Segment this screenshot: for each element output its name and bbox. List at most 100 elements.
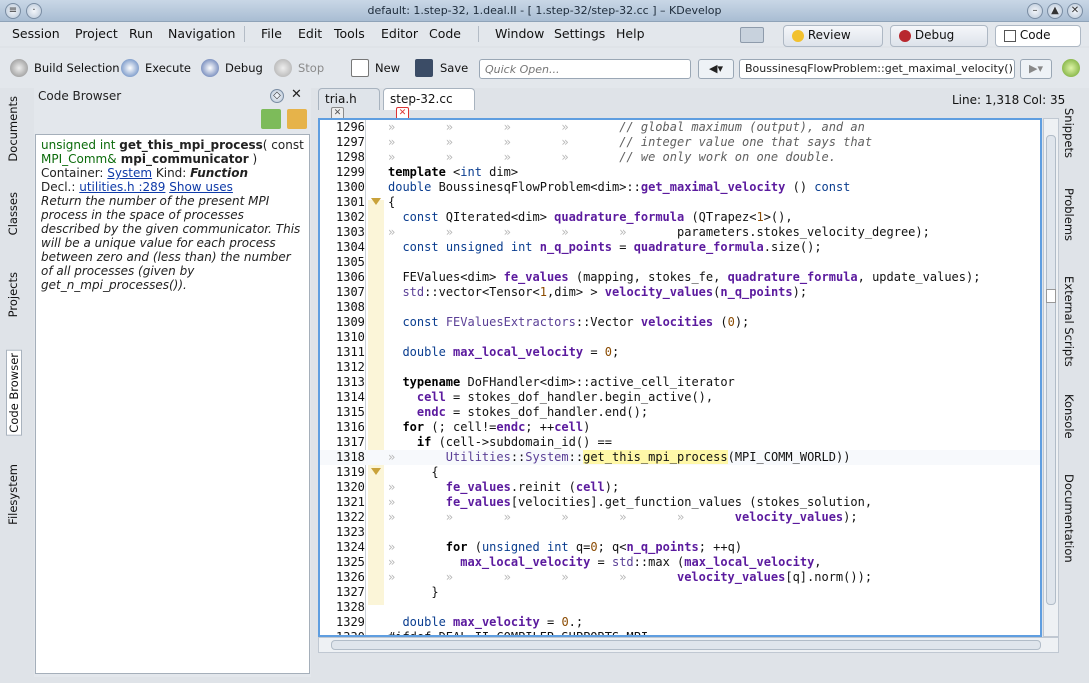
- code-line[interactable]: 1312: [320, 360, 1040, 375]
- scrollbar-thumb[interactable]: [1046, 135, 1056, 605]
- fold-arrow-icon[interactable]: [371, 468, 381, 475]
- dock-tab-external-scripts[interactable]: External Scripts: [1062, 276, 1076, 367]
- dock-tab-snippets[interactable]: Snippets: [1062, 108, 1076, 158]
- dock-tab-documents[interactable]: Documents: [6, 96, 20, 162]
- lock-icon[interactable]: [287, 109, 307, 129]
- context-browser-field[interactable]: BoussinesqFlowProblem::get_maximal_veloc…: [739, 59, 1015, 79]
- dock-tab-classes[interactable]: Classes: [6, 192, 20, 235]
- code-line[interactable]: 1300 double BoussinesqFlowProblem<dim>::g…: [320, 180, 1040, 195]
- code-line[interactable]: 1316 for (; cell!=endc; ++cell): [320, 420, 1040, 435]
- code-line[interactable]: 1303 » » » » » parameters.stokes_velocity…: [320, 225, 1040, 240]
- menu-project[interactable]: Project: [75, 26, 118, 41]
- menu-file[interactable]: File: [261, 26, 282, 41]
- menu-code[interactable]: Code: [429, 26, 461, 41]
- decl-link[interactable]: utilities.h :289: [79, 180, 165, 194]
- code-line[interactable]: 1309 const FEValuesExtractors::Vector ve…: [320, 315, 1040, 330]
- code-line[interactable]: 1298 » » » » // we only work on one doubl…: [320, 150, 1040, 165]
- debug-icon[interactable]: [201, 59, 219, 77]
- undock-icon[interactable]: ◇: [270, 89, 284, 103]
- code-line[interactable]: 1317 if (cell->subdomain_id() ==: [320, 435, 1040, 450]
- area-tab-code[interactable]: Code: [995, 25, 1081, 47]
- new-file-icon[interactable]: [351, 59, 369, 77]
- menu-navigation[interactable]: Navigation: [168, 26, 235, 41]
- code-line[interactable]: 1318 » Utilities::System::get_this_mpi_pr…: [320, 450, 1040, 465]
- close-icon[interactable]: ✕: [1067, 3, 1083, 19]
- container-link[interactable]: System: [107, 166, 152, 180]
- lookup-icon[interactable]: [261, 109, 281, 129]
- code-line[interactable]: 1304 const unsigned int n_q_points = qua…: [320, 240, 1040, 255]
- stop-button[interactable]: Stop: [298, 61, 324, 75]
- scrollbar-thumb[interactable]: [331, 640, 1041, 650]
- code-line[interactable]: 1297 » » » » // integer value one that sa…: [320, 135, 1040, 150]
- build-selection-button[interactable]: Build Selection: [34, 61, 120, 75]
- code-line[interactable]: 1302 const QIterated<dim> quadrature_for…: [320, 210, 1040, 225]
- menu-editor[interactable]: Editor: [381, 26, 418, 41]
- code-line[interactable]: 1321 » fe_values[velocities].get_function…: [320, 495, 1040, 510]
- dock-tab-konsole[interactable]: Konsole: [1062, 394, 1076, 439]
- quick-open-input[interactable]: [479, 59, 691, 79]
- bug-icon: [899, 29, 911, 42]
- code-line[interactable]: 1313 typename DoFHandler<dim>::active_ce…: [320, 375, 1040, 390]
- code-line[interactable]: 1326 » » » » » velocity_values[q].norm())…: [320, 570, 1040, 585]
- code-line[interactable]: 1315 endc = stokes_dof_handler.end();: [320, 405, 1040, 420]
- code-line[interactable]: 1311 double max_local_velocity = 0;: [320, 345, 1040, 360]
- code-line[interactable]: 1296 » » » » // global maximum (output), …: [320, 120, 1040, 135]
- code-line[interactable]: 1325 » max_local_velocity = std::max (max…: [320, 555, 1040, 570]
- dock-tab-problems[interactable]: Problems: [1062, 188, 1076, 241]
- code-line[interactable]: 1327 }: [320, 585, 1040, 600]
- code-line[interactable]: 1322 » » » » » » velocity_values);: [320, 510, 1040, 525]
- close-panel-icon[interactable]: ✕: [291, 87, 302, 102]
- code-line[interactable]: 1323: [320, 525, 1040, 540]
- new-button[interactable]: New: [375, 61, 400, 75]
- dock-tab-documentation[interactable]: Documentation: [1062, 474, 1076, 563]
- stop-icon[interactable]: [274, 59, 292, 77]
- show-uses-link[interactable]: Show uses: [169, 180, 233, 194]
- debug-button[interactable]: Debug: [225, 61, 263, 75]
- menu-help[interactable]: Help: [616, 26, 645, 41]
- horizontal-scrollbar[interactable]: [318, 637, 1059, 653]
- save-button[interactable]: Save: [440, 61, 468, 75]
- code-line[interactable]: 1319 {: [320, 465, 1040, 480]
- dock-tab-filesystem[interactable]: Filesystem: [6, 464, 20, 525]
- execute-icon[interactable]: [121, 59, 139, 77]
- menu-run[interactable]: Run: [129, 26, 153, 41]
- notification-icon[interactable]: [740, 27, 764, 43]
- menu-edit[interactable]: Edit: [298, 26, 322, 41]
- code-line[interactable]: 1299 template <int dim>: [320, 165, 1040, 180]
- menu-window[interactable]: Window: [495, 26, 544, 41]
- code-line[interactable]: 1314 cell = stokes_dof_handler.begin_act…: [320, 390, 1040, 405]
- editor-tab-step-32[interactable]: step-32.cc✕: [383, 88, 475, 120]
- code-line[interactable]: 1329 double max_velocity = 0.;: [320, 615, 1040, 630]
- back-nav-button[interactable]: ◀▾: [698, 59, 734, 79]
- save-icon[interactable]: [415, 59, 433, 77]
- menu-session[interactable]: Session: [12, 26, 60, 41]
- menu-settings[interactable]: Settings: [554, 26, 605, 41]
- execute-button[interactable]: Execute: [145, 61, 191, 75]
- code-line[interactable]: 1305: [320, 255, 1040, 270]
- line-code: » » » » » parameters.stokes_velocity_deg…: [388, 225, 930, 239]
- minimize-icon[interactable]: –: [1027, 3, 1043, 19]
- lightbulb-icon[interactable]: [1062, 59, 1080, 77]
- code-line[interactable]: 1328: [320, 600, 1040, 615]
- maximize-icon[interactable]: ▲: [1047, 3, 1063, 19]
- dock-tab-code-browser[interactable]: Code Browser: [6, 350, 22, 436]
- area-tab-debug[interactable]: Debug: [890, 25, 988, 47]
- build-icon[interactable]: [10, 59, 28, 77]
- code-line[interactable]: 1310: [320, 330, 1040, 345]
- code-line[interactable]: 1324 » for (unsigned int q=0; q<n_q_point…: [320, 540, 1040, 555]
- code-line[interactable]: 1320 » fe_values.reinit (cell);: [320, 480, 1040, 495]
- editor-tab-tria-h[interactable]: tria.h✕: [318, 88, 380, 120]
- code-line[interactable]: 1330 #ifdef DEAL_II_COMPILER_SUPPORTS_MPI: [320, 630, 1040, 635]
- code-line[interactable]: 1308: [320, 300, 1040, 315]
- code-editor[interactable]: 1296 » » » » // global maximum (output), …: [318, 118, 1042, 637]
- fold-arrow-icon[interactable]: [371, 198, 381, 205]
- code-line[interactable]: 1301 {: [320, 195, 1040, 210]
- area-tab-review[interactable]: Review: [783, 25, 883, 47]
- menu-tools[interactable]: Tools: [334, 26, 365, 41]
- forward-nav-button[interactable]: ▶▾: [1020, 59, 1052, 79]
- line-code: double max_local_velocity = 0;: [402, 345, 620, 359]
- code-line[interactable]: 1307 std::vector<Tensor<1,dim> > velocit…: [320, 285, 1040, 300]
- vertical-scrollbar[interactable]: [1043, 118, 1059, 637]
- code-line[interactable]: 1306 FEValues<dim> fe_values (mapping, s…: [320, 270, 1040, 285]
- dock-tab-projects[interactable]: Projects: [6, 272, 20, 317]
